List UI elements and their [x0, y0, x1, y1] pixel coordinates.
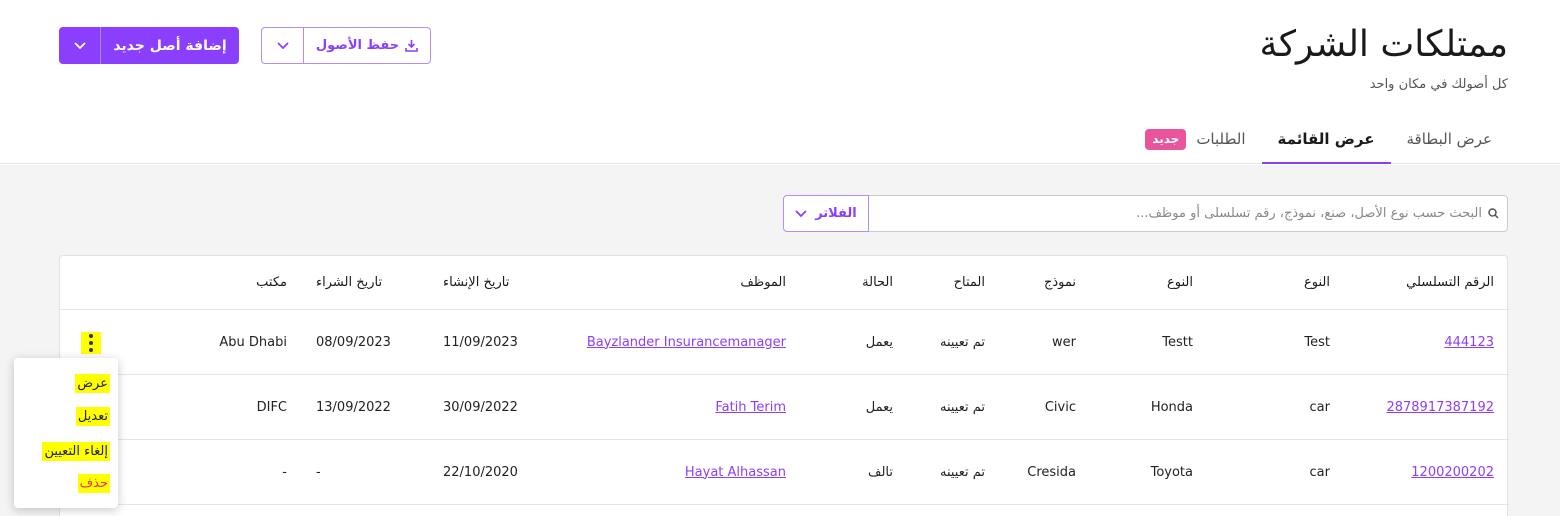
tab-label: عرض القائمة: [1277, 130, 1375, 148]
menu-item-unassign[interactable]: إلغاء التعيين: [42, 442, 110, 461]
type-cell: car: [1309, 399, 1330, 415]
office-cell: DIFC: [256, 399, 287, 415]
column-header-brand[interactable]: النوع: [1167, 256, 1193, 309]
purchase-date-cell: -: [316, 464, 321, 480]
status-cell: تالف: [868, 464, 893, 480]
column-header-status[interactable]: الحالة: [862, 256, 893, 309]
row-actions-menu: عرض تعديل إلغاء التعيين حذف: [14, 358, 118, 508]
serial-number-link[interactable]: 1200200202: [1411, 465, 1494, 480]
column-header-type[interactable]: النوع: [1304, 256, 1330, 309]
chevron-down-icon: [795, 209, 807, 217]
filters-button[interactable]: الفلاتر: [783, 195, 869, 232]
availability-cell: تم تعيينه: [939, 399, 985, 415]
model-cell: wer: [1052, 334, 1076, 350]
table-row: 2878917387192 car Honda Civic تم تعيينه …: [60, 375, 1509, 440]
add-asset-button[interactable]: إضافة أصل جديد: [101, 27, 239, 64]
model-cell: Cresida: [1027, 464, 1076, 480]
column-header-model[interactable]: نموذج: [1044, 256, 1076, 309]
serial-number-link[interactable]: 444123: [1444, 335, 1494, 350]
save-assets-button-group: حفظ الأصول: [261, 27, 431, 64]
chevron-down-icon: [276, 41, 289, 49]
table-header-row: الرقم التسلسلي النوع النوع نموذج المتاح …: [60, 256, 1509, 310]
row-actions-kebab-button[interactable]: [81, 332, 101, 354]
tab-requests[interactable]: الطلبات جديد: [1129, 118, 1261, 164]
employee-link[interactable]: Fatih Terim: [715, 400, 786, 415]
save-assets-dropdown-button[interactable]: [262, 28, 304, 63]
save-assets-button[interactable]: حفظ الأصول: [304, 28, 430, 63]
type-cell: Test: [1304, 334, 1330, 350]
table-row: 444123 Test Testt wer تم تعيينه يعمل Bay…: [60, 310, 1509, 375]
availability-cell: تم تعيينه: [939, 464, 985, 480]
tab-card-view[interactable]: عرض البطاقة: [1391, 118, 1508, 164]
add-asset-button-group: إضافة أصل جديد: [59, 27, 239, 64]
serial-number-link[interactable]: 2878917387192: [1386, 400, 1494, 415]
brand-cell: Toyota: [1150, 464, 1193, 480]
save-assets-label: حفظ الأصول: [315, 38, 400, 53]
download-icon: [405, 40, 418, 52]
page-title: ممتلكات الشركة: [1259, 24, 1508, 65]
model-cell: Civic: [1044, 399, 1076, 415]
purchase-date-cell: 13/09/2022: [316, 399, 391, 415]
filters-label: الفلاتر: [815, 206, 857, 221]
add-asset-dropdown-button[interactable]: [59, 27, 101, 64]
menu-item-edit[interactable]: تعديل: [75, 407, 110, 426]
brand-cell: Testt: [1162, 334, 1193, 350]
new-badge: جديد: [1145, 129, 1187, 150]
employee-link[interactable]: Bayzlander Insurancemanager: [587, 335, 786, 350]
column-header-availability[interactable]: المتاح: [954, 256, 985, 309]
search-placeholder: البحث حسب نوع الأصل، صنع، نموذج، رقم تسل…: [1136, 206, 1482, 221]
table-row: 1200200202 car Toyota Cresida تم تعيينه …: [60, 440, 1509, 505]
brand-cell: Honda: [1150, 399, 1193, 415]
search-icon: [1488, 208, 1499, 219]
column-header-serial[interactable]: الرقم التسلسلي: [1406, 256, 1494, 309]
page-header: ممتلكات الشركة كل أصولك في مكان واحد إضا…: [0, 0, 1560, 164]
created-date-cell: 30/09/2022: [443, 399, 518, 415]
column-header-created-date[interactable]: تاريخ الإنشاء: [443, 256, 509, 309]
column-header-purchase-date[interactable]: تاريخ الشراء: [316, 256, 382, 309]
type-cell: car: [1309, 464, 1330, 480]
created-date-cell: 11/09/2023: [443, 334, 518, 350]
view-tabs: عرض البطاقة عرض القائمة الطلبات جديد: [1129, 118, 1508, 164]
column-header-office[interactable]: مكتب: [256, 256, 287, 309]
purchase-date-cell: 08/09/2023: [316, 334, 391, 350]
availability-cell: تم تعيينه: [939, 334, 985, 350]
menu-item-view[interactable]: عرض: [75, 374, 110, 393]
search-input[interactable]: البحث حسب نوع الأصل، صنع، نموذج، رقم تسل…: [868, 195, 1508, 232]
column-header-employee[interactable]: الموظف: [740, 256, 786, 309]
chevron-down-icon: [73, 41, 86, 49]
menu-item-delete[interactable]: حذف: [77, 474, 110, 493]
status-cell: يعمل: [865, 334, 893, 350]
page-subtitle: كل أصولك في مكان واحد: [1369, 77, 1508, 92]
tab-list-view[interactable]: عرض القائمة: [1261, 118, 1391, 164]
created-date-cell: 22/10/2020: [443, 464, 518, 480]
office-cell: Abu Dhabi: [219, 334, 287, 350]
status-cell: يعمل: [865, 399, 893, 415]
tab-label: عرض البطاقة: [1406, 130, 1492, 148]
office-cell: -: [282, 464, 287, 480]
tab-label: الطلبات: [1196, 130, 1246, 148]
assets-table: الرقم التسلسلي النوع النوع نموذج المتاح …: [59, 255, 1509, 516]
employee-link[interactable]: Hayat Alhassan: [685, 465, 786, 480]
